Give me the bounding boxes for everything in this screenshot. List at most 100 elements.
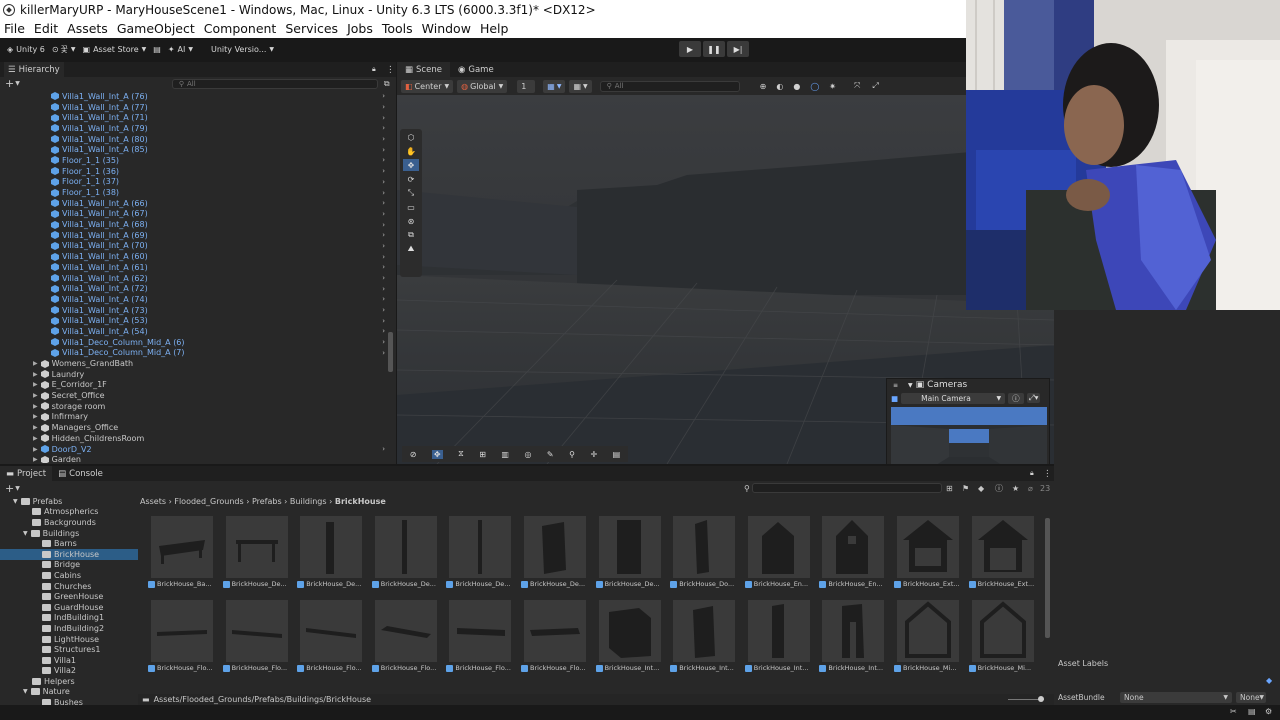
asset-store-button[interactable]: ▣ Asset Store ▼ — [83, 45, 147, 54]
chevron-right-icon[interactable]: › — [382, 210, 385, 218]
chevron-right-icon[interactable]: › — [382, 231, 385, 239]
expand-arrow-icon[interactable]: ▶ — [33, 413, 38, 420]
chevron-right-icon[interactable]: › — [382, 263, 385, 271]
tab-scene[interactable]: ▦ Scene — [397, 62, 450, 77]
overlay-icon-7[interactable]: ✎ — [547, 450, 554, 459]
hierarchy-row[interactable]: Villa1_Wall_Int_A (71) › — [0, 112, 396, 123]
hierarchy-row[interactable]: Villa1_Wall_Int_A (73) › — [0, 305, 396, 316]
chevron-right-icon[interactable]: › — [382, 349, 385, 357]
grid-snap-dropdown[interactable]: ▦ ▼ — [543, 79, 566, 93]
menu-assets[interactable]: Assets — [67, 21, 108, 36]
chevron-right-icon[interactable]: › — [382, 338, 385, 346]
assetbundle-select[interactable]: None ▼ — [1120, 692, 1232, 703]
hierarchy-scrollbar[interactable] — [388, 92, 393, 462]
asset-tile[interactable]: BrickHouse_Ba... — [148, 516, 216, 594]
hierarchy-row[interactable]: ▶ Infirmary — [0, 412, 396, 423]
tab-project[interactable]: ▬ Project — [0, 466, 53, 481]
hierarchy-row[interactable]: Villa1_Wall_Int_A (76) › — [0, 91, 396, 102]
asset-tile[interactable]: BrickHouse_En... — [744, 516, 813, 594]
asset-tile[interactable]: BrickHouse_De... — [222, 516, 291, 594]
hierarchy-row[interactable]: Villa1_Wall_Int_A (70) › — [0, 241, 396, 252]
hierarchy-row[interactable]: Floor_1_1 (35) › — [0, 155, 396, 166]
hierarchy-row[interactable]: ▶ Womens_GrandBath — [0, 358, 396, 369]
hierarchy-row[interactable]: ▶ Secret_Office — [0, 390, 396, 401]
chevron-right-icon[interactable]: › — [382, 274, 385, 282]
tag-filter-icon[interactable]: ◆ — [978, 484, 984, 493]
hierarchy-row[interactable]: Villa1_Wall_Int_A (60) › — [0, 251, 396, 262]
rect-tool-icon[interactable]: ▭ — [403, 201, 419, 213]
asset-tile[interactable]: BrickHouse_Flo... — [148, 600, 216, 678]
asset-tile[interactable]: BrickHouse_De... — [297, 516, 365, 594]
hierarchy-row[interactable]: Floor_1_1 (38) › — [0, 187, 396, 198]
folder-tree-item[interactable]: Cabins — [0, 570, 138, 581]
hierarchy-row[interactable]: Villa1_Wall_Int_A (69) › — [0, 230, 396, 241]
overlay-icon-10[interactable]: ▤ — [613, 450, 621, 459]
hierarchy-row[interactable]: ▶ Garden — [0, 454, 396, 463]
folder-tree-item[interactable]: Barns — [0, 538, 138, 549]
asset-tile[interactable]: BrickHouse_De... — [371, 516, 440, 594]
chevron-right-icon[interactable]: › — [382, 156, 385, 164]
folder-tree-item[interactable]: Backgrounds — [0, 517, 138, 528]
tab-console[interactable]: ▤ Console — [52, 466, 109, 481]
chevron-down-icon[interactable]: ▼ — [908, 382, 913, 389]
ai-button[interactable]: ✦ AI ▼ — [168, 45, 193, 54]
chevron-right-icon[interactable]: › — [382, 306, 385, 314]
version-control-button[interactable]: Unity Versio... ▼ — [211, 45, 274, 54]
expand-arrow-icon[interactable]: ▶ — [33, 381, 38, 388]
hierarchy-row[interactable]: Villa1_Wall_Int_A (72) › — [0, 283, 396, 294]
hierarchy-row[interactable]: Villa1_Deco_Column_Mid_A (7) › — [0, 348, 396, 359]
expand-arrow-icon[interactable]: ▶ — [33, 446, 38, 453]
chevron-right-icon[interactable]: › — [382, 285, 385, 293]
asset-tile[interactable]: BrickHouse_Do... — [670, 516, 738, 594]
scene-search-input[interactable]: ⚲ All — [599, 80, 740, 92]
asset-tile[interactable]: BrickHouse_Flo... — [222, 600, 291, 678]
shaded-icon[interactable]: ● — [793, 82, 800, 91]
asset-tile[interactable]: BrickHouse_En... — [819, 516, 887, 594]
draw-mode-icon[interactable]: ⊕ — [760, 82, 767, 91]
hierarchy-row[interactable]: Villa1_Wall_Int_A (80) › — [0, 134, 396, 145]
chevron-right-icon[interactable]: › — [382, 327, 385, 335]
pivot-dropdown[interactable]: ◧ Center ▼ — [401, 79, 454, 93]
status-icon-2[interactable]: ▤ — [1248, 707, 1256, 716]
view-options-icon[interactable]: ⬡ — [403, 131, 419, 143]
asset-tile[interactable]: BrickHouse_Int... — [819, 600, 887, 678]
grid-snap-field[interactable]: 1 — [517, 79, 536, 93]
asset-tile[interactable]: BrickHouse_Flo... — [446, 600, 514, 678]
search-by-type-icon[interactable]: ⊞ — [946, 484, 953, 493]
menu-component[interactable]: Component — [204, 21, 277, 36]
overlay-icon-8[interactable]: ⚲ — [569, 450, 575, 459]
icon-size-slider[interactable] — [1008, 696, 1044, 702]
chevron-right-icon[interactable]: › — [382, 242, 385, 250]
account-button[interactable]: ◈ Unity 6 — [7, 45, 45, 54]
space-dropdown[interactable]: ◍ Global ▼ — [457, 79, 508, 93]
asset-tile[interactable]: BrickHouse_De... — [595, 516, 664, 594]
move-tool-icon[interactable]: ✥ — [403, 159, 419, 171]
tab-hierarchy[interactable]: ☰ Hierarchy — [4, 62, 64, 77]
folder-tree-item[interactable]: GreenHouse — [0, 591, 138, 602]
folder-tree-item[interactable]: LightHouse — [0, 634, 138, 645]
chevron-right-icon[interactable]: › — [382, 146, 385, 154]
status-icon-1[interactable]: ✂ — [1230, 707, 1237, 716]
search-by-label-icon[interactable]: ⚑ — [962, 484, 969, 493]
overlay-icon-2[interactable]: ✥ — [431, 449, 443, 459]
hierarchy-row[interactable]: Floor_1_1 (37) › — [0, 177, 396, 188]
hierarchy-row[interactable]: Villa1_Wall_Int_A (61) › — [0, 262, 396, 273]
collab-dropdown[interactable]: ⊙ 꽃 ▼ — [52, 44, 76, 55]
hierarchy-row[interactable]: ▶ E_Corridor_1F — [0, 380, 396, 391]
expand-arrow-icon[interactable]: ▶ — [33, 435, 38, 442]
scroll-thumb[interactable] — [388, 332, 393, 372]
chevron-right-icon[interactable]: › — [382, 445, 385, 453]
chevron-right-icon[interactable]: › — [382, 199, 385, 207]
folder-tree-item[interactable]: BrickHouse — [0, 548, 138, 560]
expand-arrow-icon[interactable]: ▶ — [33, 456, 38, 463]
expand-icon[interactable]: ⤢▾ — [1026, 393, 1041, 403]
hierarchy-row[interactable]: Villa1_Wall_Int_A (77) › — [0, 102, 396, 113]
overlay-icon-4[interactable]: ⊞ — [479, 450, 486, 459]
hierarchy-row[interactable]: ▶ Laundry — [0, 369, 396, 380]
hierarchy-search-input[interactable]: ⚲ All — [171, 78, 378, 89]
asset-tile[interactable]: BrickHouse_De... — [446, 516, 514, 594]
package-button[interactable]: ▤ — [153, 45, 161, 54]
menu-window[interactable]: Window — [422, 21, 471, 36]
hierarchy-row[interactable]: Villa1_Wall_Int_A (53) › — [0, 315, 396, 326]
kebab-menu-icon[interactable]: ⋮ — [1043, 469, 1052, 479]
